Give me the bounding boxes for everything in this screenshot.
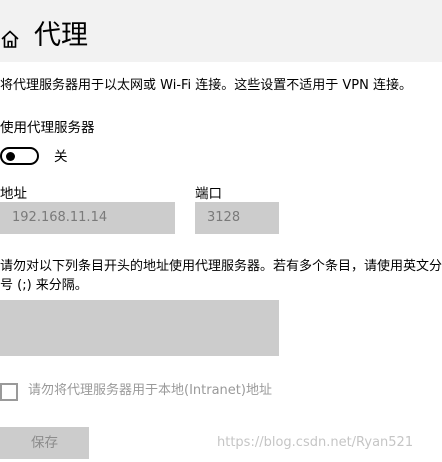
exceptions-description: 请勿对以下列条目开头的地址使用代理服务器。若有多个条目，请使用英文分号 (;) … — [0, 259, 442, 293]
save-button[interactable]: 保存 — [0, 427, 89, 459]
address-label: 地址 — [0, 186, 27, 202]
use-proxy-toggle[interactable] — [0, 147, 39, 165]
page-title: 代理 — [34, 20, 88, 51]
toggle-state-label: 关 — [54, 149, 68, 165]
proxy-description: 将代理服务器用于以太网或 Wi-Fi 连接。这些设置不适用于 VPN 连接。 — [0, 78, 413, 93]
toggle-knob — [6, 152, 15, 161]
header: 代理 — [0, 0, 442, 62]
local-bypass-label: 请勿将代理服务器用于本地(Intranet)地址 — [28, 383, 272, 398]
local-bypass-checkbox[interactable] — [0, 383, 18, 401]
exceptions-textarea[interactable] — [0, 300, 279, 356]
home-icon[interactable] — [0, 29, 20, 49]
port-input[interactable]: 3128 — [195, 202, 279, 234]
port-label: 端口 — [195, 186, 222, 202]
use-proxy-label: 使用代理服务器 — [0, 120, 95, 136]
address-input[interactable]: 192.168.11.14 — [0, 202, 175, 234]
watermark: https://blog.csdn.net/Ryan521 — [217, 435, 414, 450]
